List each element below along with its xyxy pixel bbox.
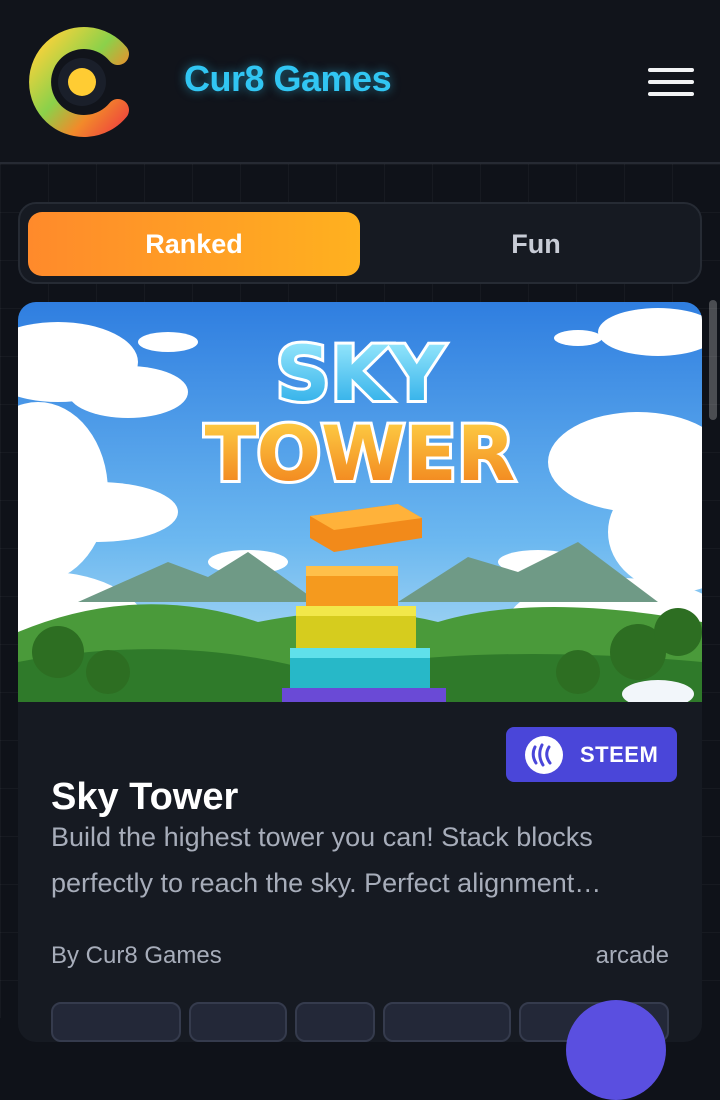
- stat-chip: [51, 1002, 181, 1042]
- scrollbar-thumb[interactable]: [709, 300, 717, 420]
- app-header: Cur8 Games: [0, 0, 720, 164]
- stat-chip: [189, 1002, 287, 1042]
- game-genre: arcade: [595, 942, 669, 969]
- game-description: Build the highest tower you can! Stack b…: [51, 822, 602, 898]
- chain-label: STEEM: [580, 741, 659, 767]
- cur8-logo-icon[interactable]: [26, 26, 134, 138]
- tab-fun[interactable]: Fun: [370, 212, 702, 276]
- hero-title-sky: SKY: [276, 329, 446, 418]
- mode-tabs: Ranked Fun: [18, 202, 702, 284]
- hero-title-tower: TOWER: [205, 409, 516, 498]
- tab-ranked[interactable]: Ranked: [28, 212, 360, 276]
- game-author: By Cur8 Games: [51, 942, 222, 969]
- stat-chip: [383, 1002, 511, 1042]
- brand-title[interactable]: Cur8 Games: [184, 58, 392, 100]
- floating-action-button[interactable]: [566, 1000, 666, 1100]
- steem-badge[interactable]: STEEM: [506, 727, 677, 782]
- steem-icon: [525, 735, 563, 774]
- game-cover-image[interactable]: SKY TOWER: [18, 302, 702, 702]
- game-title[interactable]: Sky Tower: [51, 776, 238, 819]
- hamburger-menu-icon[interactable]: [640, 62, 700, 102]
- stat-chip: [295, 1002, 375, 1042]
- game-card[interactable]: SKY TOWER Sky Tower STEEM Build the high…: [18, 302, 702, 1042]
